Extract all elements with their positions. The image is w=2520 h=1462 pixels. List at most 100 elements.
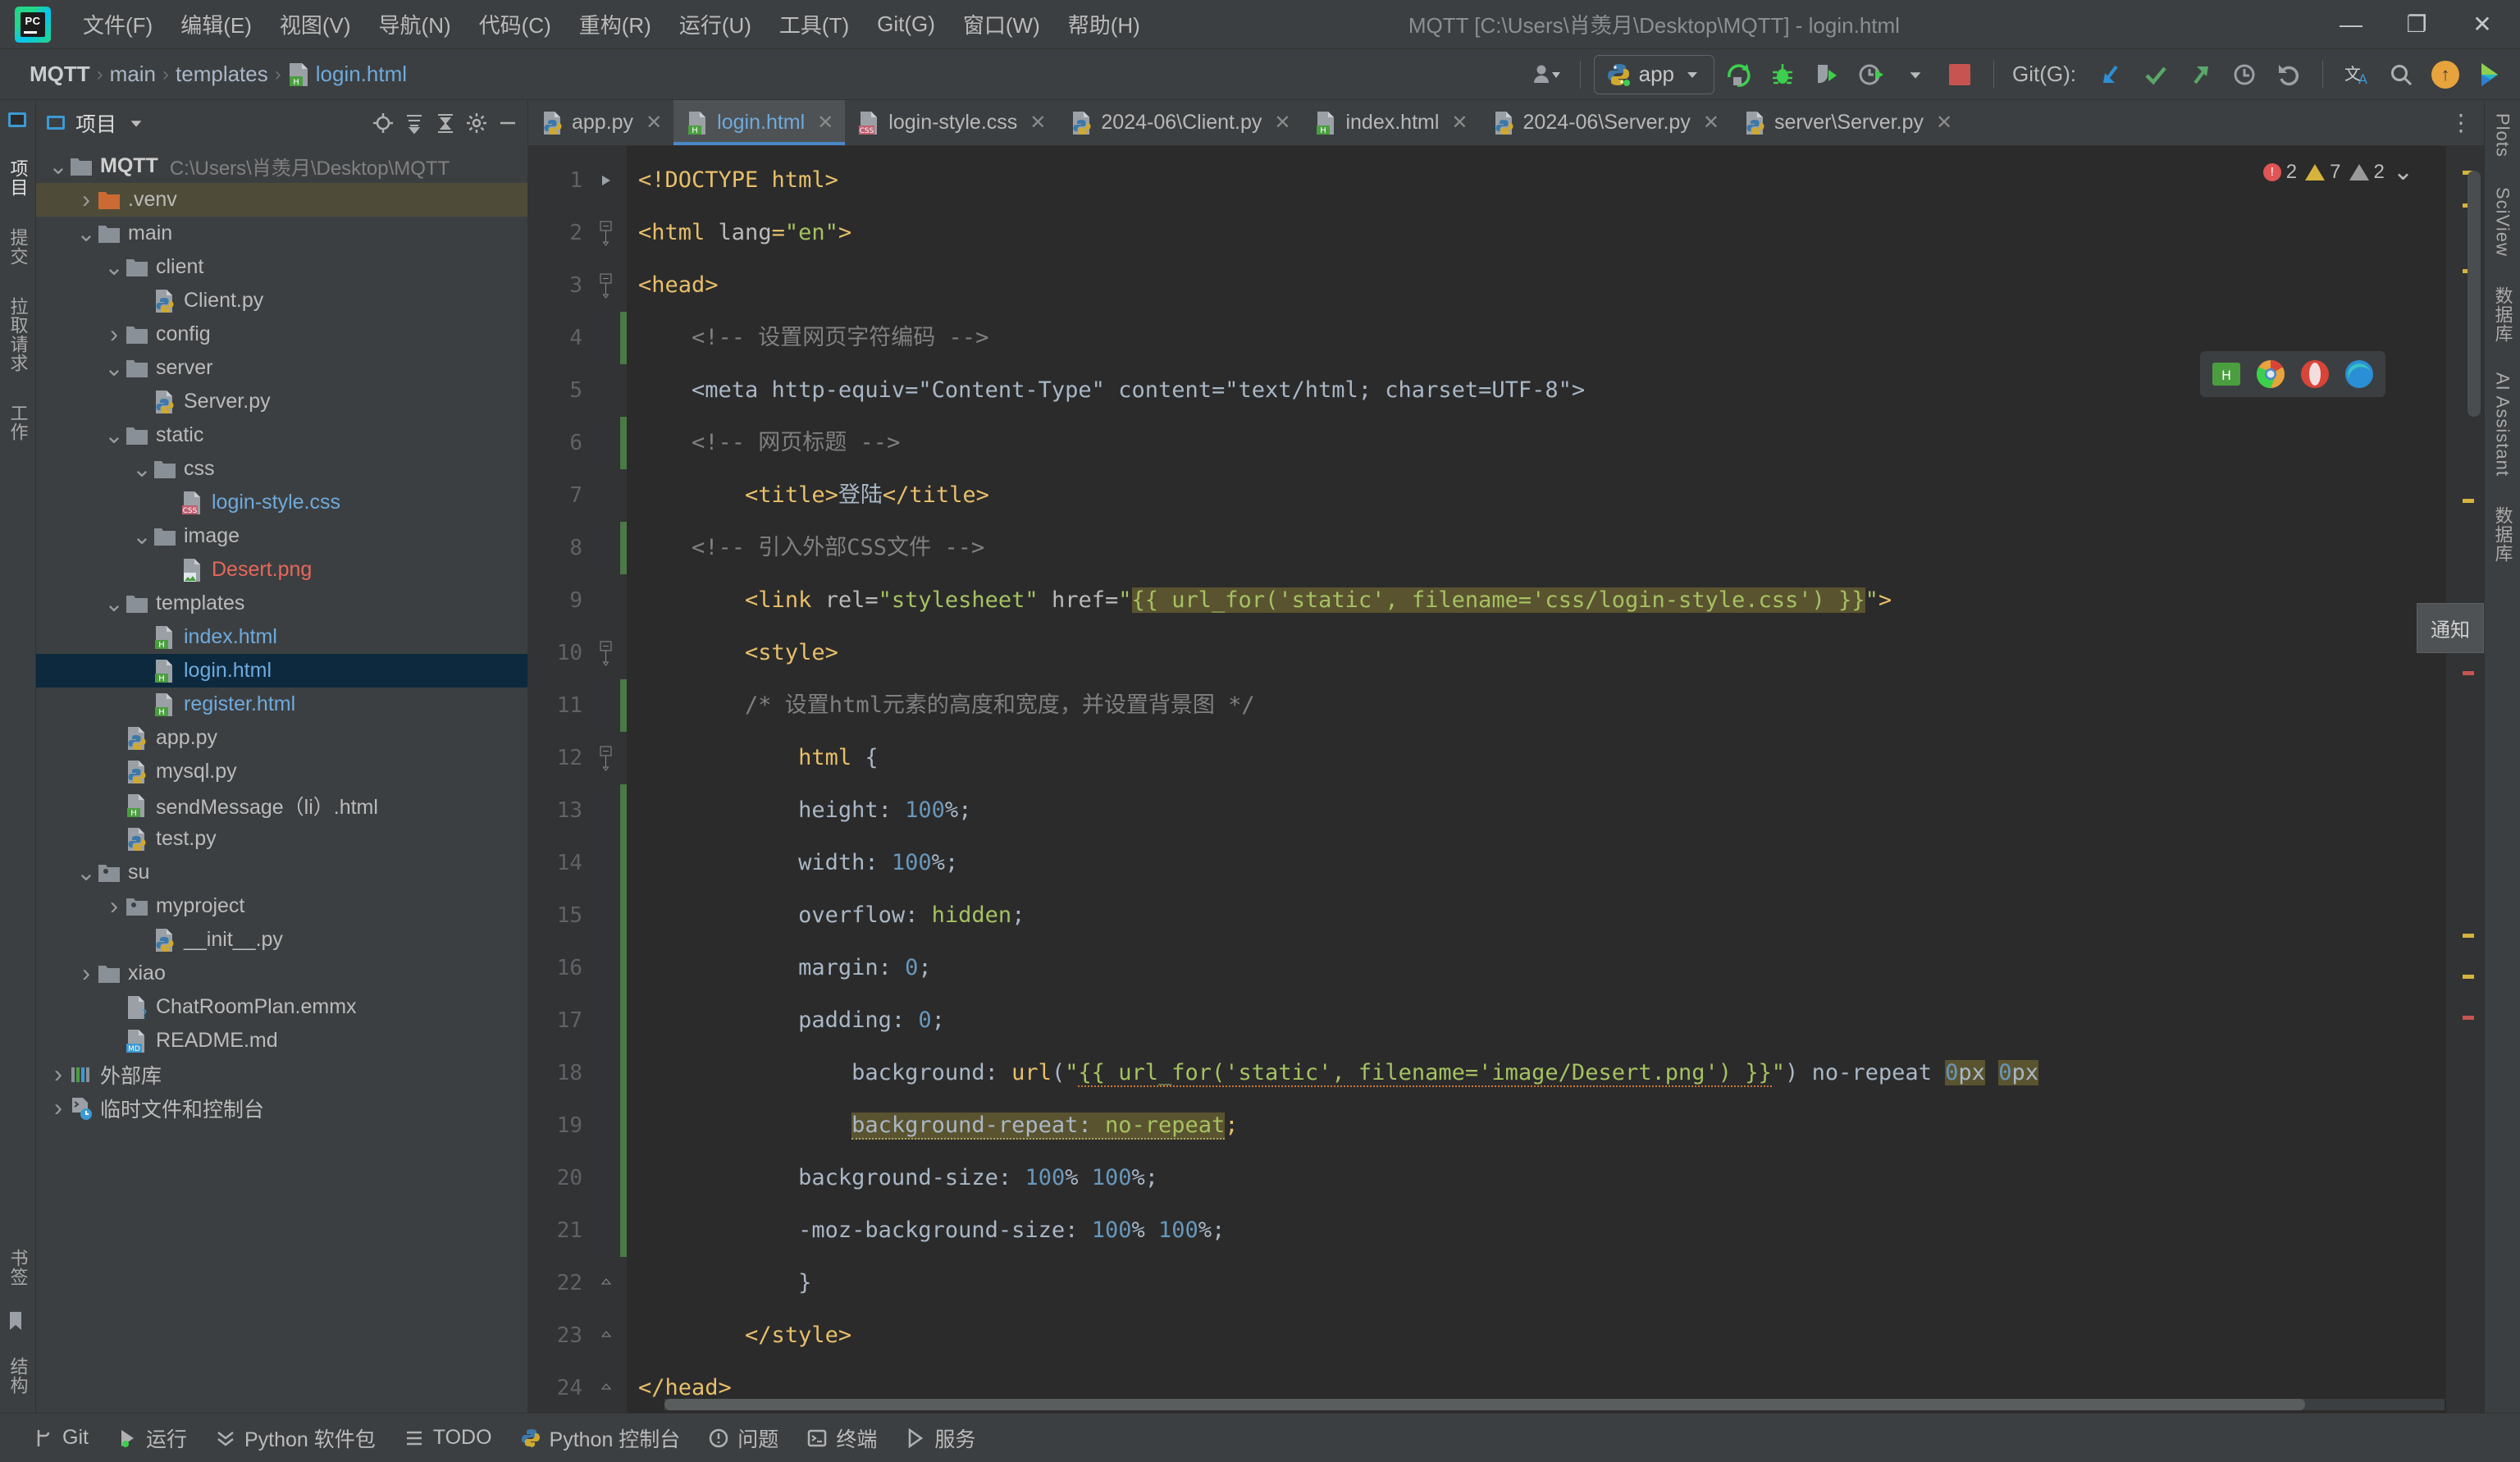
inspection-widget[interactable]: ! 2 7 2 ⌄ [2262, 158, 2413, 186]
status-services[interactable]: 服务 [905, 1423, 975, 1453]
account-icon[interactable] [1526, 55, 1567, 94]
editor-tab[interactable]: CSS login-style.css ✕ [845, 100, 1057, 145]
tree-row[interactable]: › 临时文件和控制台 [36, 1091, 527, 1125]
bookmark-icon[interactable] [6, 1309, 30, 1334]
profiler-dropdown-icon[interactable] [1895, 55, 1936, 94]
tree-row[interactable]: __init__.py [36, 923, 527, 957]
tree-row[interactable]: › xiao [36, 957, 527, 990]
inspection-mark[interactable] [2463, 975, 2474, 979]
chevron-down-icon[interactable]: ⌄ [75, 222, 97, 244]
inspection-mark[interactable] [2463, 671, 2474, 675]
browser-preview-bar[interactable]: H [2200, 351, 2385, 397]
git-push-icon[interactable] [2180, 55, 2221, 94]
notifications-tooltip[interactable]: 通知 [2417, 603, 2484, 653]
editor-tab[interactable]: app.py ✕ [528, 100, 673, 145]
fold-marker[interactable] [592, 1309, 620, 1362]
left-tab-structure2[interactable]: 结构 [3, 1352, 33, 1400]
code-line[interactable]: padding: 0; [627, 994, 2484, 1047]
ai-assistant-icon[interactable] [2469, 55, 2510, 94]
tree-row[interactable]: ⌄ client [36, 250, 527, 284]
chevron-down-icon[interactable]: ⌄ [131, 457, 153, 480]
status-problems[interactable]: 问题 [708, 1423, 778, 1453]
code-line[interactable]: <!DOCTYPE html> [627, 154, 2484, 207]
open-in-editor-icon[interactable]: H [2210, 358, 2243, 391]
right-tab-plots[interactable]: Plots [2490, 108, 2515, 162]
code-line[interactable]: <style> [627, 627, 2484, 679]
chevron-right-icon[interactable]: › [75, 186, 97, 214]
settings-gear-icon[interactable] [465, 112, 488, 135]
breadcrumb-file[interactable]: login.html [316, 62, 407, 87]
menu-item-navigate[interactable]: 导航(N) [365, 4, 465, 44]
tree-row[interactable]: mysql.py [36, 755, 527, 788]
status-todo[interactable]: TODO [404, 1426, 492, 1450]
tab-close-icon[interactable]: ✕ [1451, 111, 1468, 135]
tab-close-icon[interactable]: ✕ [1703, 111, 1719, 135]
close-button[interactable]: ✕ [2449, 1, 2515, 48]
editor-tabs[interactable]: app.py ✕ Hlogin.html ✕ CSS login-style.css ✕ 20… [528, 100, 2484, 146]
fold-marker[interactable] [592, 1257, 620, 1309]
tree-row[interactable]: Hindex.html [36, 620, 527, 654]
tree-row[interactable]: ⌄ static [36, 418, 527, 452]
git-history-icon[interactable] [2224, 55, 2265, 94]
left-tab-structure[interactable]: 工作 [3, 399, 33, 446]
left-tab-commit[interactable]: 提交 [3, 223, 33, 271]
edge-icon[interactable] [2343, 358, 2376, 391]
tree-row[interactable]: › 外部库 [36, 1058, 527, 1091]
code-line[interactable]: </style> [627, 1309, 2484, 1362]
code-line[interactable]: <!-- 引入外部CSS文件 --> [627, 522, 2484, 574]
chevron-down-icon[interactable]: ⌄ [103, 356, 125, 379]
code-line[interactable]: width: 100%; [627, 837, 2484, 889]
left-tab-project[interactable]: 项目 [3, 154, 33, 202]
tree-row[interactable]: ⌄ server [36, 351, 527, 385]
menu-item-file[interactable]: 文件(F) [69, 4, 167, 44]
inspection-mark[interactable] [2463, 499, 2474, 503]
maximize-button[interactable]: ❐ [2384, 1, 2449, 48]
editor-tab[interactable]: server\Server.py ✕ [1731, 100, 1964, 145]
chevron-down-icon[interactable]: ⌄ [103, 423, 125, 446]
tree-row[interactable]: CSS login-style.css [36, 486, 527, 519]
chevron-down-icon[interactable]: ⌄ [48, 154, 69, 177]
left-tab-pull-requests[interactable]: 拉取请求 [3, 292, 33, 377]
tree-row[interactable]: › myproject [36, 889, 527, 923]
menu-item-git[interactable]: Git(G) [863, 7, 949, 42]
code-line[interactable]: /* 设置html元素的高度和宽度，并设置背景图 */ [627, 679, 2484, 732]
chrome-icon[interactable] [2254, 358, 2287, 391]
right-tab-database2[interactable]: 数据库 [2488, 501, 2518, 568]
chevron-right-icon[interactable]: › [103, 893, 125, 921]
code-line[interactable]: <head> [627, 259, 2484, 312]
chevron-down-icon[interactable]: ⌄ [103, 592, 125, 614]
chevron-right-icon[interactable]: › [103, 321, 125, 349]
coverage-button[interactable] [1806, 55, 1847, 94]
tree-row[interactable]: ⌄ css [36, 452, 527, 486]
tree-row[interactable]: Hregister.html [36, 688, 527, 721]
tab-close-icon[interactable]: ✕ [1936, 111, 1952, 135]
breadcrumb-main[interactable]: main [105, 62, 161, 87]
code-editor[interactable]: 1234567891011121314151617181920212223242… [528, 146, 2484, 1453]
fold-marker[interactable] [592, 259, 620, 312]
editor-tab[interactable]: Hlogin.html ✕ [673, 100, 846, 145]
status-terminal[interactable]: 终端 [806, 1423, 877, 1453]
code-line[interactable]: height: 100%; [627, 784, 2484, 837]
code-line[interactable]: html { [627, 732, 2484, 784]
menu-item-run[interactable]: 运行(U) [665, 4, 765, 44]
git-update-icon[interactable] [2091, 55, 2132, 94]
warning-badge[interactable]: 7 [2305, 161, 2341, 184]
translate-icon[interactable]: 文 A [2336, 55, 2377, 94]
tree-row[interactable]: ⌄ templates [36, 587, 527, 620]
status-python-console[interactable]: Python 控制台 [520, 1423, 680, 1453]
tree-row[interactable]: Server.py [36, 385, 527, 418]
tree-row[interactable]: ⌄ main [36, 217, 527, 250]
tree-row[interactable]: HsendMessage（li）.html [36, 788, 527, 822]
tree-row[interactable]: Hlogin.html [36, 654, 527, 688]
inspection-mark[interactable] [2463, 1016, 2474, 1020]
minimize-button[interactable]: — [2318, 1, 2384, 48]
status-git[interactable]: Git [33, 1426, 89, 1450]
fold-marker[interactable] [592, 627, 620, 679]
tree-row[interactable]: Client.py [36, 284, 527, 318]
opera-icon[interactable] [2299, 358, 2331, 391]
code-line[interactable]: background-repeat: no-repeat; [627, 1099, 2484, 1152]
chevron-right-icon[interactable]: › [48, 1061, 69, 1089]
code-line[interactable]: <title>登陆</title> [627, 469, 2484, 522]
locate-icon[interactable] [372, 112, 395, 135]
tree-row[interactable]: › .venv [36, 183, 527, 217]
